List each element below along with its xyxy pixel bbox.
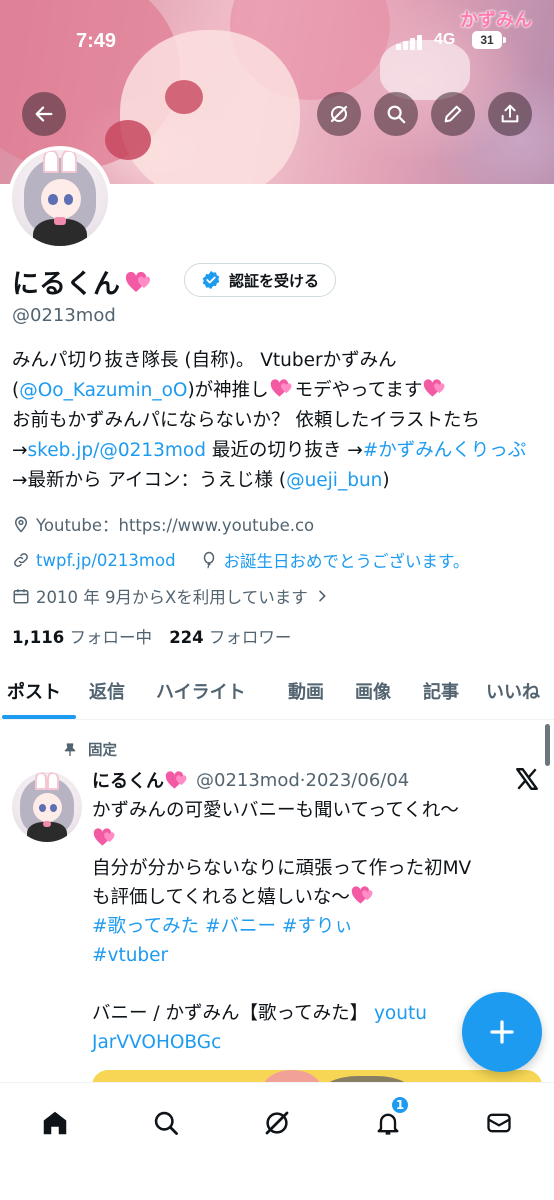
tweet-header: にるくん @0213mod·2023/06/04 <box>92 767 409 793</box>
search-icon <box>154 1111 178 1135</box>
tab-replies[interactable]: 返信 <box>89 678 125 704</box>
grok-icon <box>330 105 348 123</box>
compose-button[interactable] <box>462 992 542 1072</box>
profile-name: にるくん <box>12 269 120 300</box>
heart-emoji-icon <box>125 271 151 292</box>
bio-text: みんパ切り抜き隊長 (自称)。 Vtuberかずみん <box>12 350 397 371</box>
heart-emoji-icon <box>270 379 292 397</box>
heart-emoji-icon <box>424 379 445 397</box>
profile-website-link[interactable]: twpf.jp/0213mod <box>36 551 176 570</box>
pinned-indicator: 固定 <box>62 739 117 760</box>
followers-link[interactable]: 224 フォロワー <box>169 628 291 647</box>
profile-links-row: twpf.jp/0213mod お誕生日おめでとうございます。 <box>12 548 469 572</box>
active-tab-indicator <box>2 715 76 719</box>
tweet-avatar[interactable] <box>12 772 82 842</box>
tweet-line: バニー / かずみん【歌ってみた】 <box>92 1003 374 1024</box>
tab-posts[interactable]: ポスト <box>7 678 61 704</box>
profile-tabs: ポスト 返信 ハイライト 動画 画像 記事 いいね <box>0 668 554 720</box>
bottom-nav: 1 <box>0 1082 554 1200</box>
tab-likes[interactable]: いいね <box>486 678 540 704</box>
tweet-hashtag[interactable]: #vtuber <box>92 945 168 966</box>
back-button[interactable] <box>22 92 66 136</box>
home-icon <box>43 1111 67 1135</box>
bio-skeb-link[interactable]: skeb.jp/@0213mod <box>28 440 206 461</box>
nav-notifications[interactable]: 1 <box>366 1095 410 1145</box>
tab-articles[interactable]: 記事 <box>423 678 459 704</box>
mail-icon <box>487 1113 511 1133</box>
tweet-line: かずみんの可愛いバニーも聞いてってくれ〜 <box>92 800 459 821</box>
link-icon <box>14 553 28 567</box>
grok-button[interactable] <box>317 92 361 136</box>
nav-messages[interactable] <box>477 1101 521 1145</box>
edit-button[interactable] <box>431 92 475 136</box>
bio-text: モデやってます <box>294 380 423 401</box>
bio-text: 最近の切り抜き → <box>206 440 363 461</box>
search-icon <box>387 105 406 124</box>
status-time: 7:49 <box>76 30 117 52</box>
tweet-hashtags[interactable]: #歌ってみた #バニー #すりぃ <box>92 916 353 937</box>
calendar-icon <box>13 589 29 604</box>
nav-grok[interactable] <box>255 1101 299 1145</box>
profile-location: Youtube：https://www.youtube.co <box>12 512 314 536</box>
tweet-line: も評価してくれると嬉しいな〜 <box>92 887 350 908</box>
share-button[interactable] <box>488 92 532 136</box>
x-logo-icon <box>516 768 538 790</box>
location-pin-icon <box>14 516 28 533</box>
profile-name-row: にるくん <box>12 262 154 301</box>
signal-icon <box>396 34 426 50</box>
get-verified-button[interactable]: 認証を受ける <box>184 263 337 297</box>
profile-handle: @0213mod <box>12 305 116 326</box>
joined-text: 2010 年 9月からXを利用しています <box>36 588 308 607</box>
pinned-label: 固定 <box>88 743 117 759</box>
scrollbar[interactable] <box>545 724 550 766</box>
balloon-icon <box>203 551 214 569</box>
nav-search[interactable] <box>144 1101 188 1145</box>
arrow-left-icon <box>35 106 53 122</box>
heart-emoji-icon <box>351 886 373 904</box>
profile-avatar[interactable] <box>8 146 112 250</box>
tab-highlights[interactable]: ハイライト <box>156 678 246 704</box>
share-icon <box>501 104 519 123</box>
bio-mention-link[interactable]: @ueji_bun <box>286 470 382 491</box>
location-text: Youtube：https://www.youtube.co <box>36 516 315 535</box>
profile-bio: みんパ切り抜き隊長 (自称)。 Vtuberかずみん (@Oo_Kazumin_… <box>12 346 542 496</box>
follow-stats: 1,116 フォロー中 224 フォロワー <box>12 624 291 648</box>
heart-emoji-icon <box>165 771 187 789</box>
tweet-handle-date: @0213mod·2023/06/04 <box>196 769 410 791</box>
pencil-icon <box>444 105 462 123</box>
verified-badge-icon <box>202 270 220 290</box>
network-type: 4G <box>434 31 456 48</box>
following-link[interactable]: 1,116 フォロー中 <box>12 628 152 647</box>
grok-icon <box>265 1111 289 1135</box>
get-verified-label: 認証を受ける <box>229 271 320 290</box>
chevron-right-icon <box>318 590 326 602</box>
profile-joined-row[interactable]: 2010 年 9月からXを利用しています <box>12 584 330 608</box>
pin-icon <box>64 742 76 756</box>
notifications-badge: 1 <box>390 1095 410 1115</box>
heart-emoji-icon <box>93 828 115 846</box>
battery-icon: 31 <box>472 31 506 49</box>
nav-home[interactable] <box>33 1101 77 1145</box>
tweet-line: 自分が分からないなりに頑張って作った初MV <box>92 858 472 879</box>
search-button[interactable] <box>374 92 418 136</box>
plus-icon <box>490 1020 514 1044</box>
tweet-youtube-link[interactable]: JarVVOHOBGc <box>92 1032 221 1053</box>
bio-mention-link[interactable]: @Oo_Kazumin_oO <box>19 380 187 401</box>
bio-text: ) <box>382 470 390 491</box>
tweet-youtube-link[interactable]: youtu <box>374 1003 427 1024</box>
bio-hashtag-link[interactable]: #かずみんくりっぷ <box>363 440 527 461</box>
bio-text: )が神推し <box>187 380 269 401</box>
bio-text: →最新から アイコン：うえじ様 ( <box>12 470 287 491</box>
status-bar: 7:49 4G 31 <box>0 0 554 80</box>
tab-videos[interactable]: 動画 <box>288 678 324 704</box>
birthday-text[interactable]: お誕生日おめでとうございます。 <box>224 548 470 572</box>
tab-photos[interactable]: 画像 <box>355 678 391 704</box>
tweet-author-name[interactable]: にるくん <box>92 767 164 793</box>
